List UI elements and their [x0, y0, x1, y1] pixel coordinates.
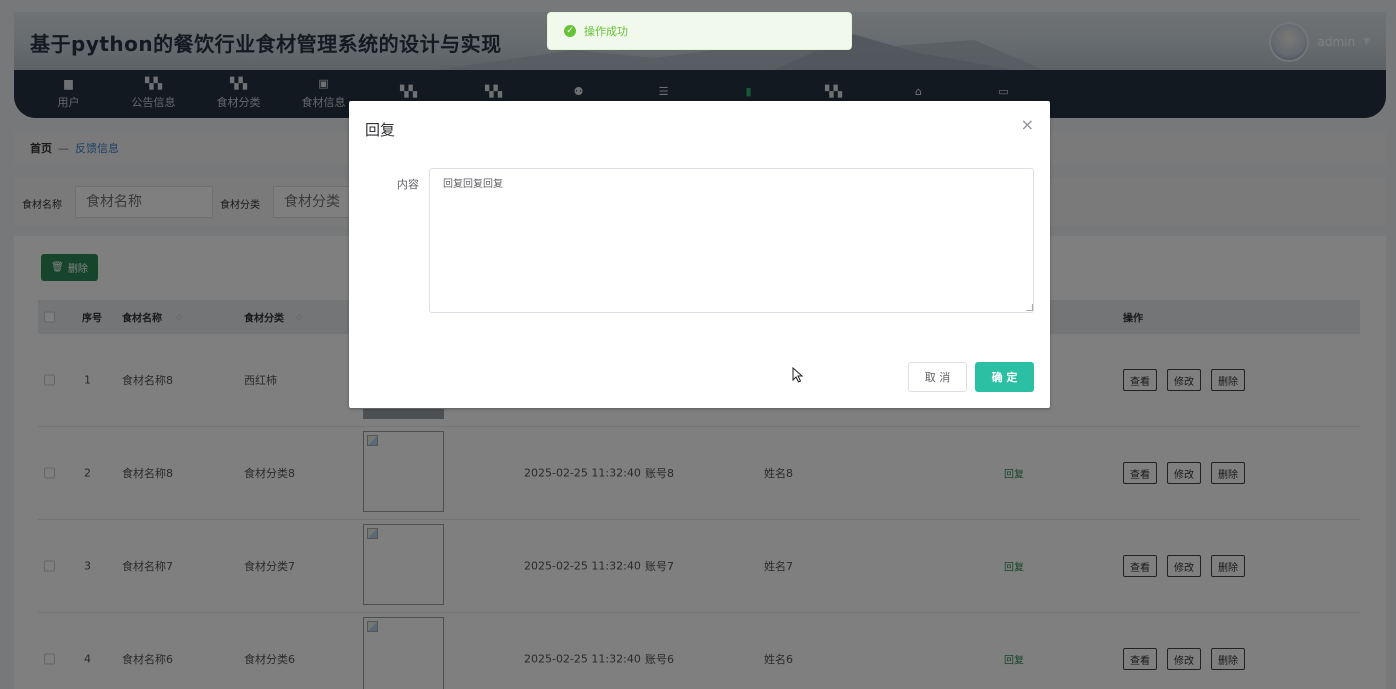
dialog-title: 回复 — [365, 121, 396, 139]
success-toast: ✓ 操作成功 — [547, 12, 852, 50]
check-circle-icon: ✓ — [564, 25, 576, 37]
mouse-cursor-icon — [792, 367, 804, 383]
close-icon[interactable]: × — [1021, 115, 1034, 134]
cancel-button[interactable]: 取 消 — [908, 362, 967, 392]
confirm-button[interactable]: 确 定 — [975, 362, 1034, 392]
toast-message: 操作成功 — [584, 25, 628, 38]
reply-content-textarea[interactable]: 回复回复回复 — [429, 168, 1034, 313]
reply-dialog: 回复 × 内容 回复回复回复 取 消 确 定 — [349, 101, 1050, 408]
content-label: 内容 — [397, 178, 419, 191]
resize-handle[interactable] — [1026, 304, 1033, 311]
